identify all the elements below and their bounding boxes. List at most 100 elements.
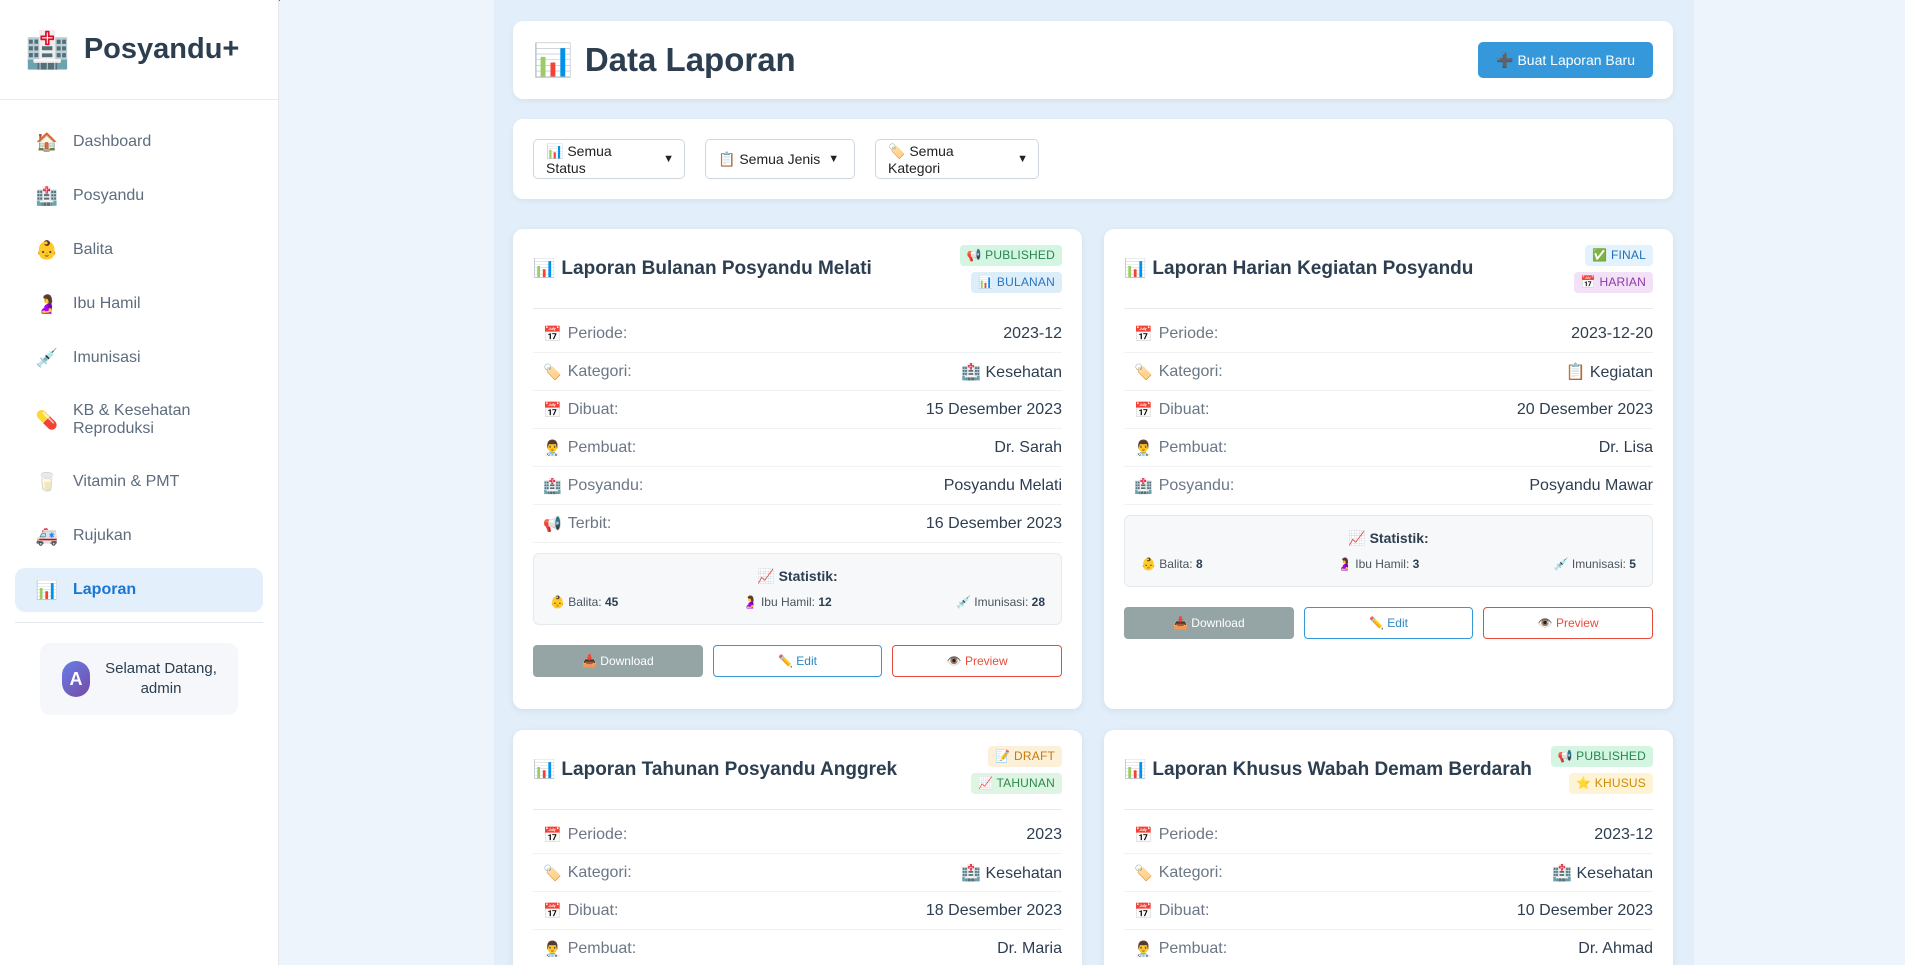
report-card: 📊 Laporan Tahunan Posyandu Anggrek 📝 DRA… [513, 730, 1082, 965]
stat-imunisasi: 💉 Imunisasi: 5 [1553, 557, 1636, 571]
detail-row-dibuat: 📅 Dibuat: 20 Desember 2023 [1124, 391, 1653, 429]
brand[interactable]: 🏥 Posyandu+ [0, 0, 278, 100]
bar-chart-icon: 📊 [35, 579, 59, 600]
detail-row-kategori: 🏷️ Kategori: 🏥 Kesehatan [533, 854, 1062, 892]
detail-label: Pembuat: [567, 939, 637, 957]
report-title: 📊 Laporan Khusus Wabah Demam Berdarah [1124, 759, 1532, 781]
detail-label: Kategori: [1158, 863, 1223, 881]
detail-value: 🏥 Kesehatan [961, 864, 1062, 882]
status-badge: ✅ FINAL [1585, 244, 1653, 266]
hospital-icon: 🏥 [543, 477, 562, 495]
milk-glass-icon: 🥛 [35, 471, 59, 492]
hospital-icon: 🏥 [1134, 477, 1153, 495]
detail-row-periode: 📅 Periode: 2023-12-20 [1124, 315, 1653, 353]
detail-label: Kategori: [1158, 362, 1223, 380]
stats-box: 📈 Statistik: 👶 Balita: 8 🤰 Ibu Hamil: 3 … [1124, 515, 1653, 587]
sidebar-item-vitamin-pmt[interactable]: 🥛 Vitamin & PMT [15, 460, 263, 504]
detail-value: 15 Desember 2023 [925, 400, 1062, 418]
stat-ibu-hamil: 🤰 Ibu Hamil: 12 [742, 595, 832, 609]
kategori-filter-select[interactable]: 🏷️ Semua Kategori ▼ [875, 139, 1039, 179]
sidebar-item-ibu-hamil[interactable]: 🤰 Ibu Hamil [15, 282, 263, 326]
sidebar-item-rujukan[interactable]: 🚑 Rujukan [15, 514, 263, 558]
detail-label: Dibuat: [567, 901, 619, 919]
status-badge: 📢 PUBLISHED [959, 244, 1062, 266]
sidebar-item-laporan[interactable]: 📊 Laporan [15, 568, 263, 612]
sidebar-item-balita[interactable]: 👶 Balita [15, 228, 263, 272]
detail-row-kategori: 🏷️ Kategori: 🏥 Kesehatan [533, 353, 1062, 391]
sidebar-item-label: Posyandu [73, 187, 145, 204]
report-badges: ✅ FINAL 📅 HARIAN [1573, 244, 1653, 293]
stats-title: 📈 Statistik: [1348, 530, 1429, 546]
detail-label: Kategori: [567, 362, 632, 380]
download-button[interactable]: 📥 Download [533, 645, 703, 677]
detail-value: Dr. Sarah [994, 438, 1062, 456]
sidebar-item-label: Rujukan [73, 527, 132, 544]
preview-button[interactable]: 👁️ Preview [1483, 607, 1654, 639]
page-header: 📊 Data Laporan ➕ Buat Laporan Baru [513, 21, 1673, 99]
report-card-header: 📊 Laporan Bulanan Posyandu Melati 📢 PUBL… [533, 229, 1062, 309]
detail-row-pembuat: 👨‍⚕️ Pembuat: Dr. Lisa [1124, 429, 1653, 467]
new-report-button[interactable]: ➕ Buat Laporan Baru [1478, 42, 1653, 78]
chevron-down-icon: ▼ [828, 153, 840, 165]
sidebar-item-imunisasi[interactable]: 💉 Imunisasi [15, 336, 263, 380]
jenis-filter-select[interactable]: 📋 Semua Jenis ▼ [705, 139, 855, 179]
tag-icon: 🏷️ [543, 864, 562, 882]
report-title-text: Laporan Khusus Wabah Demam Berdarah [1152, 758, 1532, 780]
report-title-text: Laporan Harian Kegiatan Posyandu [1152, 257, 1474, 279]
sidebar-item-label: Ibu Hamil [73, 295, 141, 312]
detail-label: Periode: [567, 324, 628, 342]
stats-box: 📈 Statistik: 👶 Balita: 45 🤰 Ibu Hamil: 1… [533, 553, 1062, 625]
tag-icon: 🏷️ [543, 363, 562, 381]
avatar: A [62, 661, 90, 697]
sidebar: 🏥 Posyandu+ 🏠 Dashboard 🏥 Posyandu 👶 Bal… [0, 0, 279, 965]
download-button[interactable]: 📥 Download [1124, 607, 1294, 639]
report-card-header: 📊 Laporan Tahunan Posyandu Anggrek 📝 DRA… [533, 730, 1062, 810]
bar-chart-icon: 📊 [1124, 258, 1147, 278]
edit-button[interactable]: ✏️ Edit [1303, 607, 1474, 639]
detail-row-pembuat: 👨‍⚕️ Pembuat: Dr. Ahmad [1124, 930, 1653, 965]
calendar-icon: 📅 [543, 902, 562, 920]
edit-button[interactable]: ✏️ Edit [712, 645, 883, 677]
sidebar-item-dashboard[interactable]: 🏠 Dashboard [15, 120, 263, 164]
stat-ibu-hamil: 🤰 Ibu Hamil: 3 [1337, 557, 1420, 571]
report-details: 📅 Periode: 2023-12 🏷️ Kategori: 🏥 Kesehata… [533, 309, 1062, 543]
detail-row-dibuat: 📅 Dibuat: 10 Desember 2023 [1124, 892, 1653, 930]
megaphone-icon: 📢 [543, 515, 562, 533]
type-badge: 📊 BULANAN [971, 271, 1062, 293]
calendar-icon: 📅 [1134, 826, 1153, 844]
detail-label: Pembuat: [1158, 438, 1228, 456]
sidebar-item-kb-kesehatan-reproduksi[interactable]: 💊 KB & Kesehatan Reproduksi [15, 390, 263, 450]
report-title-text: Laporan Tahunan Posyandu Anggrek [561, 758, 898, 780]
detail-value: 2023-12-20 [1571, 324, 1653, 342]
stats-title: 📈 Statistik: [757, 568, 838, 584]
detail-label: Dibuat: [1158, 400, 1210, 418]
detail-row-dibuat: 📅 Dibuat: 15 Desember 2023 [533, 391, 1062, 429]
doctor-icon: 👨‍⚕️ [543, 940, 562, 958]
report-card: 📊 Laporan Bulanan Posyandu Melati 📢 PUBL… [513, 229, 1082, 709]
preview-button[interactable]: 👁️ Preview [892, 645, 1063, 677]
sidebar-item-label: Imunisasi [73, 349, 141, 366]
status-badge: 📝 DRAFT [988, 745, 1062, 767]
status-badge: 📢 PUBLISHED [1550, 745, 1653, 767]
calendar-icon: 📅 [543, 401, 562, 419]
detail-label: Terbit: [567, 514, 612, 532]
sidebar-nav: 🏠 Dashboard 🏥 Posyandu 👶 Balita 🤰 Ibu Ha… [0, 100, 278, 612]
report-title-text: Laporan Bulanan Posyandu Melati [561, 257, 872, 279]
detail-value: 2023-12 [1003, 324, 1062, 342]
detail-value: Dr. Ahmad [1578, 939, 1653, 957]
calendar-icon: 📅 [1134, 401, 1153, 419]
calendar-icon: 📅 [1134, 902, 1153, 920]
page-title: 📊 Data Laporan [533, 41, 796, 79]
detail-label: Kategori: [567, 863, 632, 881]
detail-label: Dibuat: [1158, 901, 1210, 919]
report-badges: 📢 PUBLISHED 📊 BULANAN [959, 244, 1062, 293]
syringe-icon: 💉 [35, 347, 59, 368]
house-icon: 🏠 [35, 131, 59, 152]
tag-icon: 🏷️ [1134, 864, 1153, 882]
detail-row-posyandu: 🏥 Posyandu: Posyandu Melati [533, 467, 1062, 505]
sidebar-item-posyandu[interactable]: 🏥 Posyandu [15, 174, 263, 218]
sidebar-item-label: KB & Kesehatan Reproduksi [73, 402, 191, 437]
detail-value: Dr. Maria [997, 939, 1062, 957]
status-filter-select[interactable]: 📊 Semua Status ▼ [533, 139, 685, 179]
baby-icon: 👶 [35, 239, 59, 260]
